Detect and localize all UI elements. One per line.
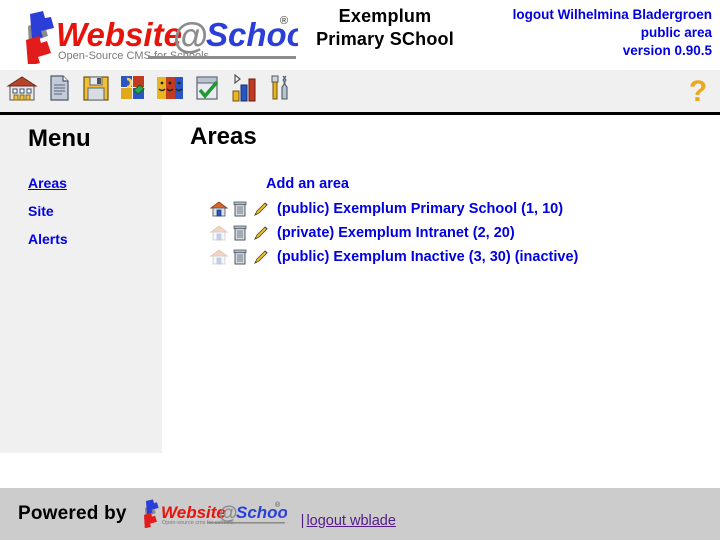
current-area-label: public area xyxy=(640,24,712,40)
add-area-row: Add an area xyxy=(266,175,720,193)
edit-pencil-icon[interactable] xyxy=(252,248,270,266)
svg-text:Website: Website xyxy=(56,16,182,53)
page-footer: Powered by Website @ School ® Open-sourc… xyxy=(0,488,720,540)
footer-brand-logo: Website @ School ® Open-source cms for s… xyxy=(135,498,294,533)
users-faces-icon[interactable] xyxy=(154,72,186,104)
site-title: Exemplum Primary SChool xyxy=(300,5,470,50)
table-row: (public) Exemplum Inactive (3, 30) (inac… xyxy=(209,245,720,269)
area-link[interactable]: (public) Exemplum Primary School (1, 10) xyxy=(277,201,563,217)
table-row: (public) Exemplum Primary School (1, 10) xyxy=(209,197,720,221)
header-user-info: logout Wilhelmina Bladergroen public are… xyxy=(513,6,712,60)
svg-text:®: ® xyxy=(280,15,288,27)
footer-logout-link[interactable]: logout wblade xyxy=(306,513,396,529)
menu-list: Areas Site Alerts xyxy=(28,175,162,247)
sidebar-item-areas[interactable]: Areas xyxy=(28,175,67,191)
school-icon[interactable] xyxy=(6,72,38,104)
sidebar: Menu Areas Site Alerts xyxy=(0,115,162,453)
page-icon[interactable] xyxy=(43,72,75,104)
page-header: Website @ School ® Open-Source CMS for S… xyxy=(0,0,720,70)
svg-text:?: ? xyxy=(689,75,707,107)
add-area-link[interactable]: Add an area xyxy=(266,176,349,192)
footer-separator: | xyxy=(300,513,305,529)
main-toolbar: ? xyxy=(0,70,720,115)
bar-chart-statistics-icon[interactable] xyxy=(228,72,260,104)
page-body: Menu Areas Site Alerts Areas Add an area xyxy=(0,115,720,453)
checklist-approve-icon[interactable] xyxy=(191,72,223,104)
website-at-school-logo-svg: Website @ School ® Open-Source CMS for S… xyxy=(26,11,298,64)
modules-puzzle-icon[interactable] xyxy=(117,72,149,104)
edit-pencil-icon[interactable] xyxy=(252,200,270,218)
sidebar-item-site[interactable]: Site xyxy=(28,203,54,219)
logout-user-link[interactable]: logout Wilhelmina Bladergroen xyxy=(513,7,712,22)
site-title-line2: Primary SChool xyxy=(316,28,454,49)
table-row: (private) Exemplum Intranet (2, 20) xyxy=(209,221,720,245)
footer-logo-svg: Website @ School ® Open-source cms for s… xyxy=(143,498,294,528)
delete-trash-icon[interactable] xyxy=(231,200,249,218)
help-question-icon[interactable]: ? xyxy=(678,74,707,108)
delete-trash-icon[interactable] xyxy=(231,224,249,242)
area-link[interactable]: (public) Exemplum Inactive (3, 30) (inac… xyxy=(277,249,578,265)
version-label: version 0.90.5 xyxy=(622,42,712,58)
svg-text:®: ® xyxy=(275,501,281,509)
sidebar-item-alerts[interactable]: Alerts xyxy=(28,231,68,247)
brand-logo: Website @ School ® Open-Source CMS for S… xyxy=(8,8,298,64)
area-link[interactable]: (private) Exemplum Intranet (2, 20) xyxy=(277,225,515,241)
site-title-line1: Exemplum xyxy=(338,6,432,26)
page-title: Areas xyxy=(190,123,257,150)
edit-pencil-icon[interactable] xyxy=(252,224,270,242)
main-content: Areas Add an area (public) Exemplum Prim… xyxy=(162,115,720,453)
puzzle-icon xyxy=(143,498,159,528)
home-icon-disabled xyxy=(209,248,229,266)
area-list: (public) Exemplum Primary School (1, 10) xyxy=(209,197,720,269)
puzzle-icon xyxy=(26,11,54,64)
home-icon[interactable] xyxy=(209,200,229,218)
toolbar-icon-group xyxy=(6,72,297,104)
home-icon-disabled xyxy=(209,224,229,242)
delete-trash-icon[interactable] xyxy=(231,248,249,266)
menu-title: Menu xyxy=(28,125,91,152)
floppy-save-icon[interactable] xyxy=(80,72,112,104)
powered-by-label: Powered by xyxy=(18,503,127,524)
tools-icon[interactable] xyxy=(265,72,297,104)
